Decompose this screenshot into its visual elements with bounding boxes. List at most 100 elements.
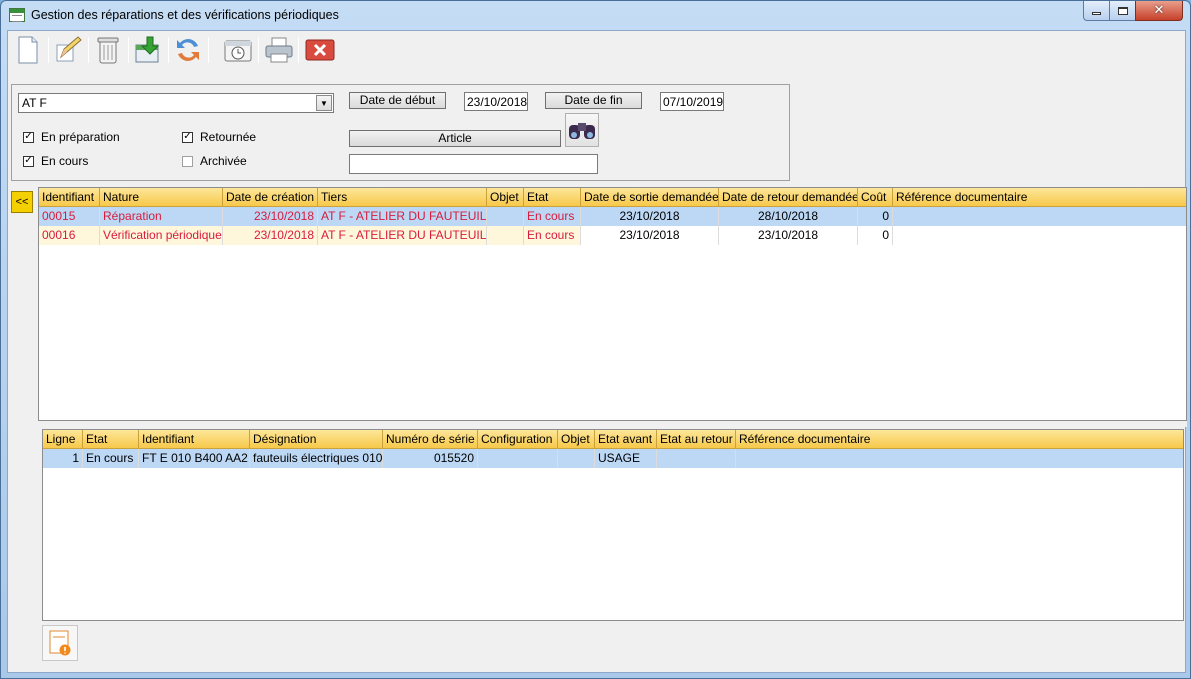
date-fin-button[interactable]: Date de fin	[545, 92, 642, 109]
column-header[interactable]: Date de retour demandée	[719, 188, 858, 206]
column-header[interactable]: Référence documentaire	[736, 430, 1183, 448]
grid-splitter[interactable]	[38, 421, 1187, 427]
column-header[interactable]: Objet	[487, 188, 524, 206]
column-header[interactable]: Objet	[558, 430, 595, 448]
refresh-icon	[177, 39, 199, 61]
check-retournee[interactable]: ✓ Retournée	[182, 130, 256, 144]
column-header[interactable]: Ligne	[43, 430, 83, 448]
checkbox-checked-icon: ✓	[23, 155, 34, 167]
filter-panel: AT F ▼ Date de début 23/10/2018 Date de …	[11, 84, 790, 181]
alert-document-button[interactable]	[42, 625, 78, 661]
cell-objet	[558, 449, 595, 468]
column-header[interactable]: Coût	[858, 188, 893, 206]
edit-button[interactable]	[52, 34, 84, 66]
orders-grid-header: Identifiant Nature Date de création Tier…	[39, 188, 1186, 207]
new-button[interactable]	[12, 34, 44, 66]
article-button[interactable]: Article	[349, 130, 561, 147]
column-header[interactable]: Tiers	[318, 188, 487, 206]
check-en-cours[interactable]: ✓ En cours	[23, 154, 88, 168]
cell-date-creation: 23/10/2018	[223, 207, 318, 226]
cell-cout: 0	[858, 226, 893, 245]
calendar-button[interactable]	[222, 34, 254, 66]
cell-identifiant: FT E 010 B400 AA2	[139, 449, 250, 468]
table-row[interactable]: 1 En cours FT E 010 B400 AA2 fauteuils é…	[43, 449, 1183, 468]
column-header[interactable]: Identifiant	[139, 430, 250, 448]
lines-grid-header: Ligne Etat Identifiant Désignation Numér…	[43, 430, 1183, 449]
check-en-cours-label: En cours	[41, 154, 89, 168]
checkbox-unchecked-icon	[182, 155, 193, 167]
maximize-button[interactable]	[1109, 1, 1136, 21]
tiers-value: AT F	[22, 96, 47, 110]
app-icon	[9, 8, 25, 22]
check-en-preparation[interactable]: ✓ En préparation	[23, 130, 120, 144]
calendar-icon	[224, 40, 252, 62]
new-icon	[18, 36, 38, 64]
tiers-combo[interactable]: AT F ▼	[18, 93, 334, 113]
cell-date-sortie: 23/10/2018	[581, 207, 719, 226]
date-debut-button[interactable]: Date de début	[349, 92, 446, 109]
cell-tiers: AT F - ATELIER DU FAUTEUIL	[318, 207, 487, 226]
cell-objet	[487, 207, 524, 226]
cell-cout: 0	[858, 207, 893, 226]
column-header[interactable]: Configuration	[478, 430, 558, 448]
lines-grid: Ligne Etat Identifiant Désignation Numér…	[42, 429, 1184, 621]
column-header[interactable]: Etat	[83, 430, 139, 448]
main-window: Gestion des réparations et des vérificat…	[0, 0, 1191, 679]
print-button[interactable]	[263, 34, 295, 66]
cell-reference	[736, 449, 1183, 468]
column-header[interactable]: Nature	[100, 188, 223, 206]
orders-grid: Identifiant Nature Date de création Tier…	[38, 187, 1187, 421]
table-row[interactable]: 00016 Vérification périodique 23/10/2018…	[39, 226, 1186, 245]
cell-numero-serie: 015520	[383, 449, 478, 468]
cell-etat: En cours	[524, 226, 581, 245]
title-bar[interactable]: Gestion des réparations et des vérificat…	[1, 1, 1190, 29]
cell-etat-avant: USAGE	[595, 449, 657, 468]
check-en-preparation-label: En préparation	[41, 130, 120, 144]
check-archivee[interactable]: Archivée	[182, 154, 247, 168]
export-button[interactable]	[132, 34, 164, 66]
cell-date-creation: 23/10/2018	[223, 226, 318, 245]
print-icon	[265, 37, 293, 63]
cell-configuration	[478, 449, 558, 468]
table-row[interactable]: 00015 Réparation 23/10/2018 AT F - ATELI…	[39, 207, 1186, 226]
delete-button[interactable]	[92, 34, 124, 66]
check-archivee-label: Archivée	[200, 154, 247, 168]
cell-nature: Vérification périodique	[100, 226, 223, 245]
minimize-button[interactable]	[1083, 1, 1110, 21]
window-title: Gestion des réparations et des vérificat…	[31, 8, 339, 22]
cell-reference	[893, 207, 1186, 226]
column-header[interactable]: Identifiant	[39, 188, 100, 206]
cell-identifiant: 00015	[39, 207, 100, 226]
date-debut-field[interactable]: 23/10/2018	[464, 92, 528, 111]
close-icon	[305, 39, 335, 61]
cell-nature: Réparation	[100, 207, 223, 226]
dropdown-button[interactable]: ▼	[316, 95, 332, 111]
close-window-button[interactable]: ✕	[1135, 1, 1183, 21]
binoculars-icon	[569, 123, 595, 139]
cell-objet	[487, 226, 524, 245]
column-header[interactable]: Etat	[524, 188, 581, 206]
column-header[interactable]: Désignation	[250, 430, 383, 448]
column-header[interactable]: Référence documentaire	[893, 188, 1186, 206]
cell-reference	[893, 226, 1186, 245]
cell-etat-retour	[657, 449, 736, 468]
close-form-button[interactable]	[304, 34, 336, 66]
cell-identifiant: 00016	[39, 226, 100, 245]
chevron-down-icon: ▼	[320, 98, 328, 108]
edit-icon	[56, 36, 82, 62]
check-retournee-label: Retournée	[200, 130, 257, 144]
cell-date-sortie: 23/10/2018	[581, 226, 719, 245]
column-header[interactable]: Etat au retour	[657, 430, 736, 448]
date-fin-field[interactable]: 07/10/2019	[660, 92, 724, 111]
cell-designation: fauteuils électriques 010	[250, 449, 383, 468]
checkbox-checked-icon: ✓	[23, 131, 34, 143]
article-input[interactable]	[349, 154, 598, 174]
search-article-button[interactable]	[565, 113, 599, 147]
cell-tiers: AT F - ATELIER DU FAUTEUIL	[318, 226, 487, 245]
collapse-panel-button[interactable]: <<	[11, 191, 33, 213]
column-header[interactable]: Date de création	[223, 188, 318, 206]
refresh-button[interactable]	[172, 34, 204, 66]
column-header[interactable]: Etat avant	[595, 430, 657, 448]
column-header[interactable]: Date de sortie demandée	[581, 188, 719, 206]
column-header[interactable]: Numéro de série	[383, 430, 478, 448]
